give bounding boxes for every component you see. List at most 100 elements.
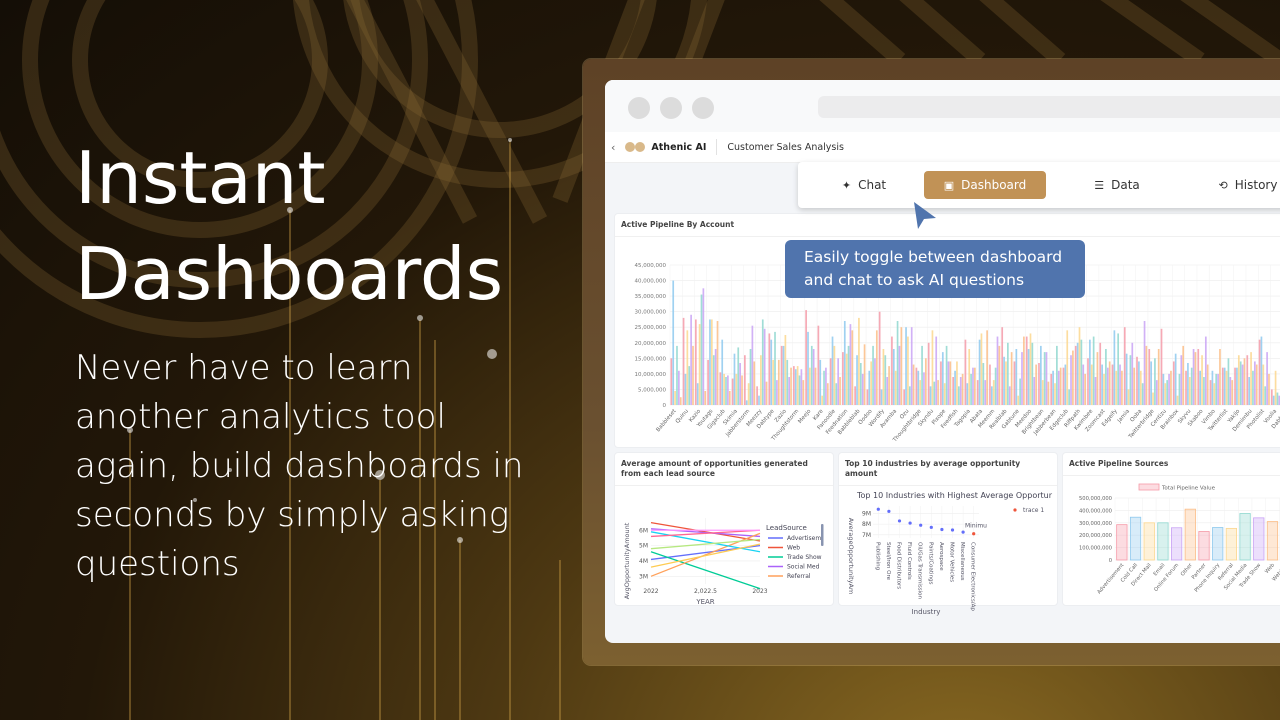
bar [878, 311, 881, 405]
bar [825, 367, 827, 405]
bar [1199, 370, 1202, 405]
bar [1054, 383, 1056, 405]
bar [1212, 527, 1224, 561]
tab-chat[interactable]: ✦ Chat [804, 171, 924, 199]
bar [1117, 333, 1120, 405]
legend-scrollbar[interactable] [821, 524, 824, 546]
bar [978, 339, 981, 405]
bar [1270, 389, 1273, 405]
bar [796, 366, 799, 405]
legend-marker [1013, 508, 1017, 512]
data-point [887, 509, 891, 513]
bar [976, 380, 979, 405]
tab-history[interactable]: ⟲ History [1188, 171, 1280, 199]
x-tick-label: Consumer Electronics/Ap [970, 542, 976, 611]
bar [1115, 370, 1118, 405]
window-control-dot[interactable] [660, 97, 682, 119]
bar [676, 345, 678, 405]
bar [1241, 364, 1244, 405]
app-window: ‹ Athenic AI Customer Sales Analysis Act… [605, 80, 1280, 643]
bar [1215, 373, 1218, 405]
bar [1015, 349, 1018, 405]
bar [1001, 327, 1004, 405]
breadcrumb[interactable]: Customer Sales Analysis [727, 142, 844, 153]
bar [694, 319, 697, 405]
bar [733, 353, 736, 405]
bar [674, 391, 676, 405]
bar [845, 353, 848, 405]
card-pipeline-sources: Active Pipeline Sources Total Pipeline V… [1062, 452, 1280, 606]
chart-title: Top 10 Industries with Highest Average O… [856, 491, 1053, 500]
bar [1041, 380, 1044, 405]
bar [823, 370, 825, 405]
x-tick-label: Web [1264, 562, 1276, 575]
window-control-dot[interactable] [692, 97, 714, 119]
bar [888, 366, 890, 405]
bar [1274, 370, 1277, 405]
bar [1148, 349, 1151, 405]
y-tick-label: 6M [639, 527, 648, 534]
bar [1005, 361, 1007, 405]
bar [952, 377, 955, 405]
bar [1127, 389, 1130, 405]
tab-data[interactable]: ☰ Data [1046, 171, 1188, 199]
bar [886, 377, 889, 405]
y-tick-label: 10,000,000 [635, 372, 667, 378]
x-tick-label: 2023 [752, 588, 767, 595]
bar [1080, 339, 1083, 405]
bar [1185, 370, 1187, 405]
chevron-left-icon[interactable]: ‹ [611, 141, 615, 154]
bar [1221, 367, 1224, 405]
bar [747, 383, 750, 405]
bar [954, 370, 956, 405]
bar [859, 363, 862, 405]
card-title: Active Pipeline By Account [615, 214, 1280, 237]
y-tick-label: 40,000,000 [635, 279, 667, 285]
bar [1019, 378, 1021, 405]
bar [1023, 336, 1025, 405]
legend-label: Total Pipeline Value [1161, 486, 1216, 492]
bar [1192, 349, 1195, 405]
bar [861, 373, 864, 405]
tab-dashboard[interactable]: ▣ Dashboard [924, 171, 1046, 199]
bar [843, 321, 846, 405]
x-tick-label: Fluid Controls [906, 542, 912, 580]
bar [1094, 377, 1097, 405]
y-tick-label: 8M [862, 521, 871, 528]
bar [765, 381, 768, 405]
bar [1182, 345, 1185, 405]
bar [1178, 373, 1181, 405]
bar [1248, 377, 1251, 405]
bar [941, 352, 944, 405]
bar [835, 383, 838, 405]
header-divider [716, 139, 718, 155]
bar [1021, 352, 1023, 405]
bar [882, 349, 885, 405]
window-control-dot[interactable] [628, 97, 650, 119]
bar [1157, 522, 1169, 561]
bar [1138, 361, 1140, 405]
bar [1068, 389, 1070, 405]
bar [849, 324, 852, 405]
address-bar[interactable] [818, 96, 1280, 118]
data-point [940, 527, 944, 532]
bar [874, 358, 876, 405]
bar [1239, 361, 1242, 405]
bar [704, 391, 707, 405]
table-icon: ☰ [1094, 178, 1105, 192]
bar [1172, 361, 1175, 405]
bar [1150, 361, 1152, 405]
x-tick-label: Oil/Gas Transmission [917, 542, 923, 600]
bar [760, 355, 762, 405]
bar [1113, 330, 1116, 405]
bar [1010, 352, 1013, 405]
bar [1099, 342, 1102, 405]
bar [1266, 352, 1268, 405]
bar [907, 336, 909, 405]
bar [935, 336, 938, 405]
bar [964, 339, 967, 405]
bar [1253, 517, 1265, 561]
bar [856, 355, 858, 405]
bar [1025, 336, 1028, 405]
bar [1266, 521, 1279, 561]
